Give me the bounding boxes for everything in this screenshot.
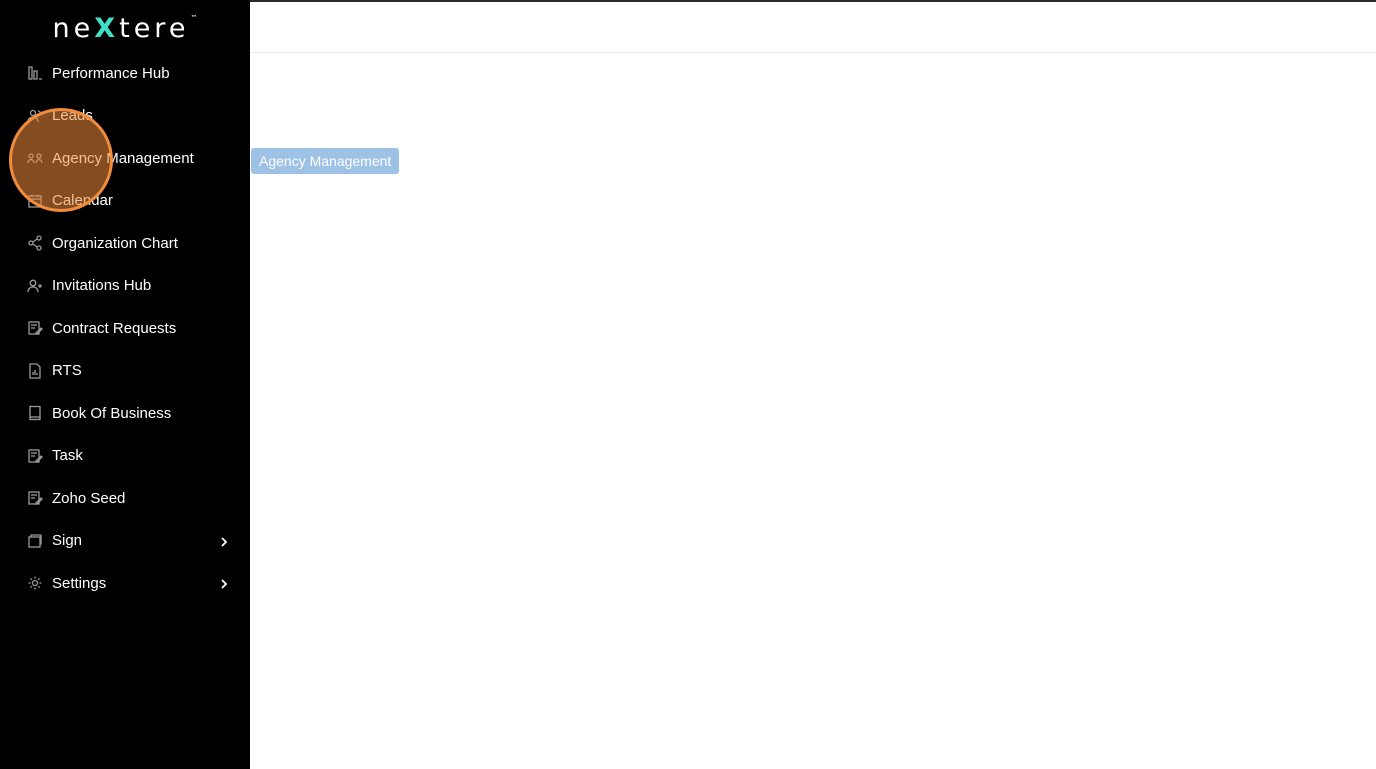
sidebar-tooltip: Agency Management bbox=[251, 148, 400, 174]
nextere-logo[interactable]: ne Xtere ™ bbox=[0, 8, 250, 48]
sidebar-item-organization-chart[interactable]: Organization Chart bbox=[0, 222, 250, 265]
sidebar-item-label: Contract Requests bbox=[52, 319, 177, 337]
calendar-icon bbox=[26, 192, 44, 210]
sidebar-item-label: Settings bbox=[52, 574, 107, 592]
sidebar-item-agency-management[interactable]: Agency Management bbox=[0, 137, 250, 180]
user-plus-icon bbox=[26, 277, 44, 295]
sidebar: ne Xtere ™ Performance Hub Leads Agency Ma… bbox=[0, 0, 250, 769]
sidebar-item-label: Organization Chart bbox=[52, 234, 178, 252]
edit-document-icon bbox=[26, 319, 44, 337]
sidebar-item-label: Leads bbox=[52, 107, 93, 125]
users-icon bbox=[26, 107, 44, 125]
logo-text-post: tere bbox=[119, 12, 190, 44]
sidebar-item-book-of-business[interactable]: Book Of Business bbox=[0, 392, 250, 435]
share-icon bbox=[26, 234, 44, 252]
sidebar-item-rts[interactable]: RTS bbox=[0, 350, 250, 393]
logo-trademark: ™ bbox=[190, 14, 198, 22]
logo-x-mark: X bbox=[94, 12, 120, 44]
gear-icon bbox=[26, 574, 44, 592]
book-icon bbox=[26, 404, 44, 422]
sidebar-item-sign[interactable]: Sign bbox=[0, 520, 250, 563]
logo-text-pre: ne bbox=[52, 12, 95, 44]
sidebar-item-label: Performance Hub bbox=[52, 64, 170, 82]
sidebar-item-label: Invitations Hub bbox=[52, 277, 152, 295]
window-icon bbox=[26, 532, 44, 550]
sidebar-item-label: Task bbox=[52, 447, 83, 465]
sidebar-item-calendar[interactable]: Calendar bbox=[0, 180, 250, 223]
sidebar-item-label: Book Of Business bbox=[52, 404, 172, 422]
sidebar-item-leads[interactable]: Leads bbox=[0, 95, 250, 138]
report-icon bbox=[26, 362, 44, 380]
sidebar-item-label: Sign bbox=[52, 532, 83, 550]
sidebar-item-label: Calendar bbox=[52, 192, 113, 210]
sidebar-item-invitations-hub[interactable]: Invitations Hub bbox=[0, 265, 250, 308]
group-icon bbox=[26, 149, 44, 167]
sidebar-item-settings[interactable]: Settings bbox=[0, 562, 250, 605]
edit-document-icon bbox=[26, 489, 44, 507]
sidebar-item-label: Zoho Seed bbox=[52, 489, 126, 507]
sidebar-item-contract-requests[interactable]: Contract Requests bbox=[0, 307, 250, 350]
chevron-right-icon[interactable] bbox=[218, 535, 230, 547]
sidebar-item-task[interactable]: Task bbox=[0, 435, 250, 478]
sidebar-item-performance-hub[interactable]: Performance Hub bbox=[0, 52, 250, 95]
chevron-right-icon[interactable] bbox=[218, 577, 230, 589]
edit-document-icon bbox=[26, 447, 44, 465]
sidebar-item-label: RTS bbox=[52, 362, 82, 380]
sidebar-item-zoho-seed[interactable]: Zoho Seed bbox=[0, 477, 250, 520]
header-divider bbox=[250, 52, 1376, 53]
sidebar-item-label: Agency Management bbox=[52, 149, 194, 167]
sidebar-nav: Performance Hub Leads Agency Management … bbox=[0, 52, 250, 605]
bar-chart-icon bbox=[26, 64, 44, 82]
